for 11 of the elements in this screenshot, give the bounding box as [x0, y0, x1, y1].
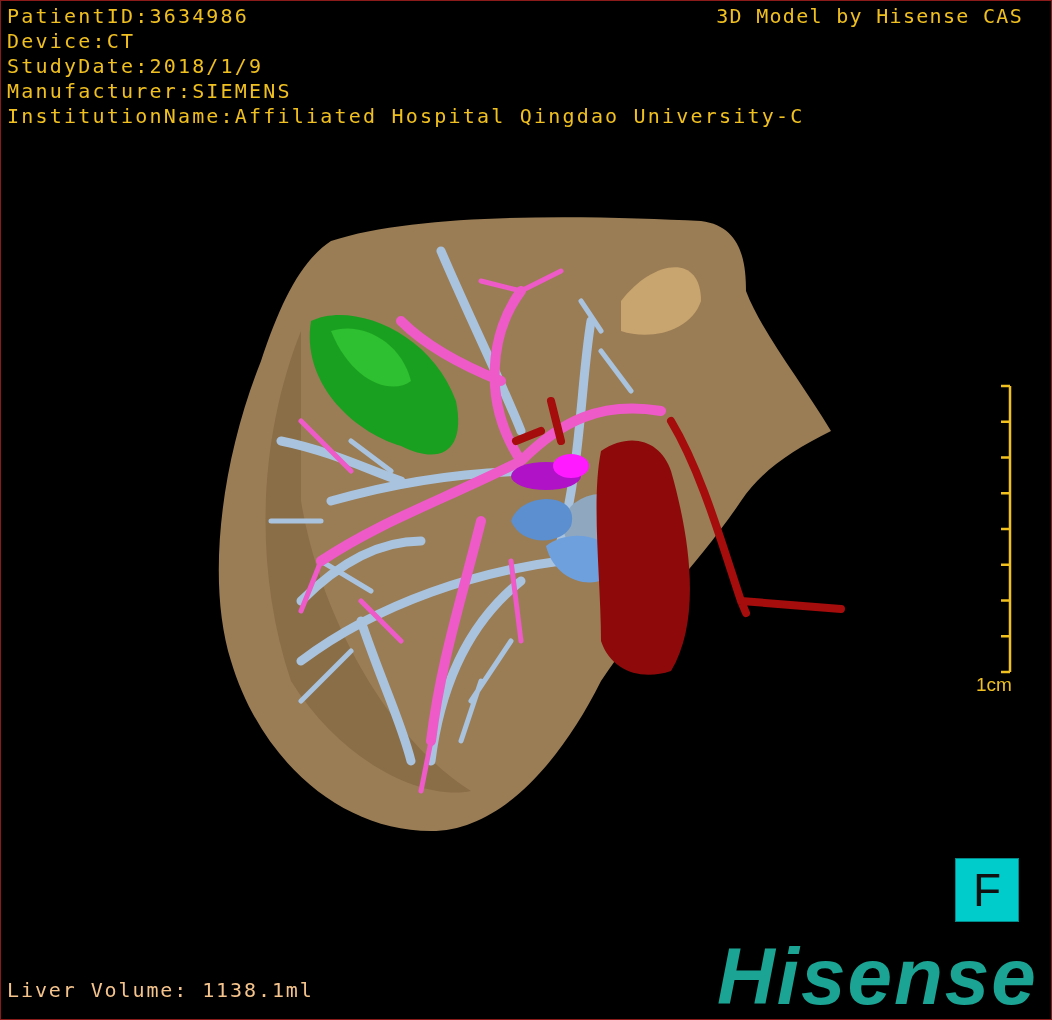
scale-label: 1cm	[976, 674, 1012, 696]
orientation-button[interactable]: F	[955, 858, 1019, 922]
scale-bar-icon	[999, 384, 1012, 674]
model-credit-text: 3D Model by Hisense CAS	[716, 4, 1023, 29]
info-text: Manufacturer:SIEMENS	[7, 79, 292, 104]
info-text: Device:CT	[7, 29, 136, 54]
info-text: StudyDate:2018/1/9	[7, 54, 264, 79]
info-text: PatientID:3634986	[7, 4, 250, 29]
liver-volume-text: Liver Volume: 1138.1ml	[7, 978, 314, 1002]
logo-text: Hisense	[717, 933, 1038, 1019]
info-text: InstitutionName:Affiliated Hospital Qingdao University-C	[7, 104, 805, 129]
